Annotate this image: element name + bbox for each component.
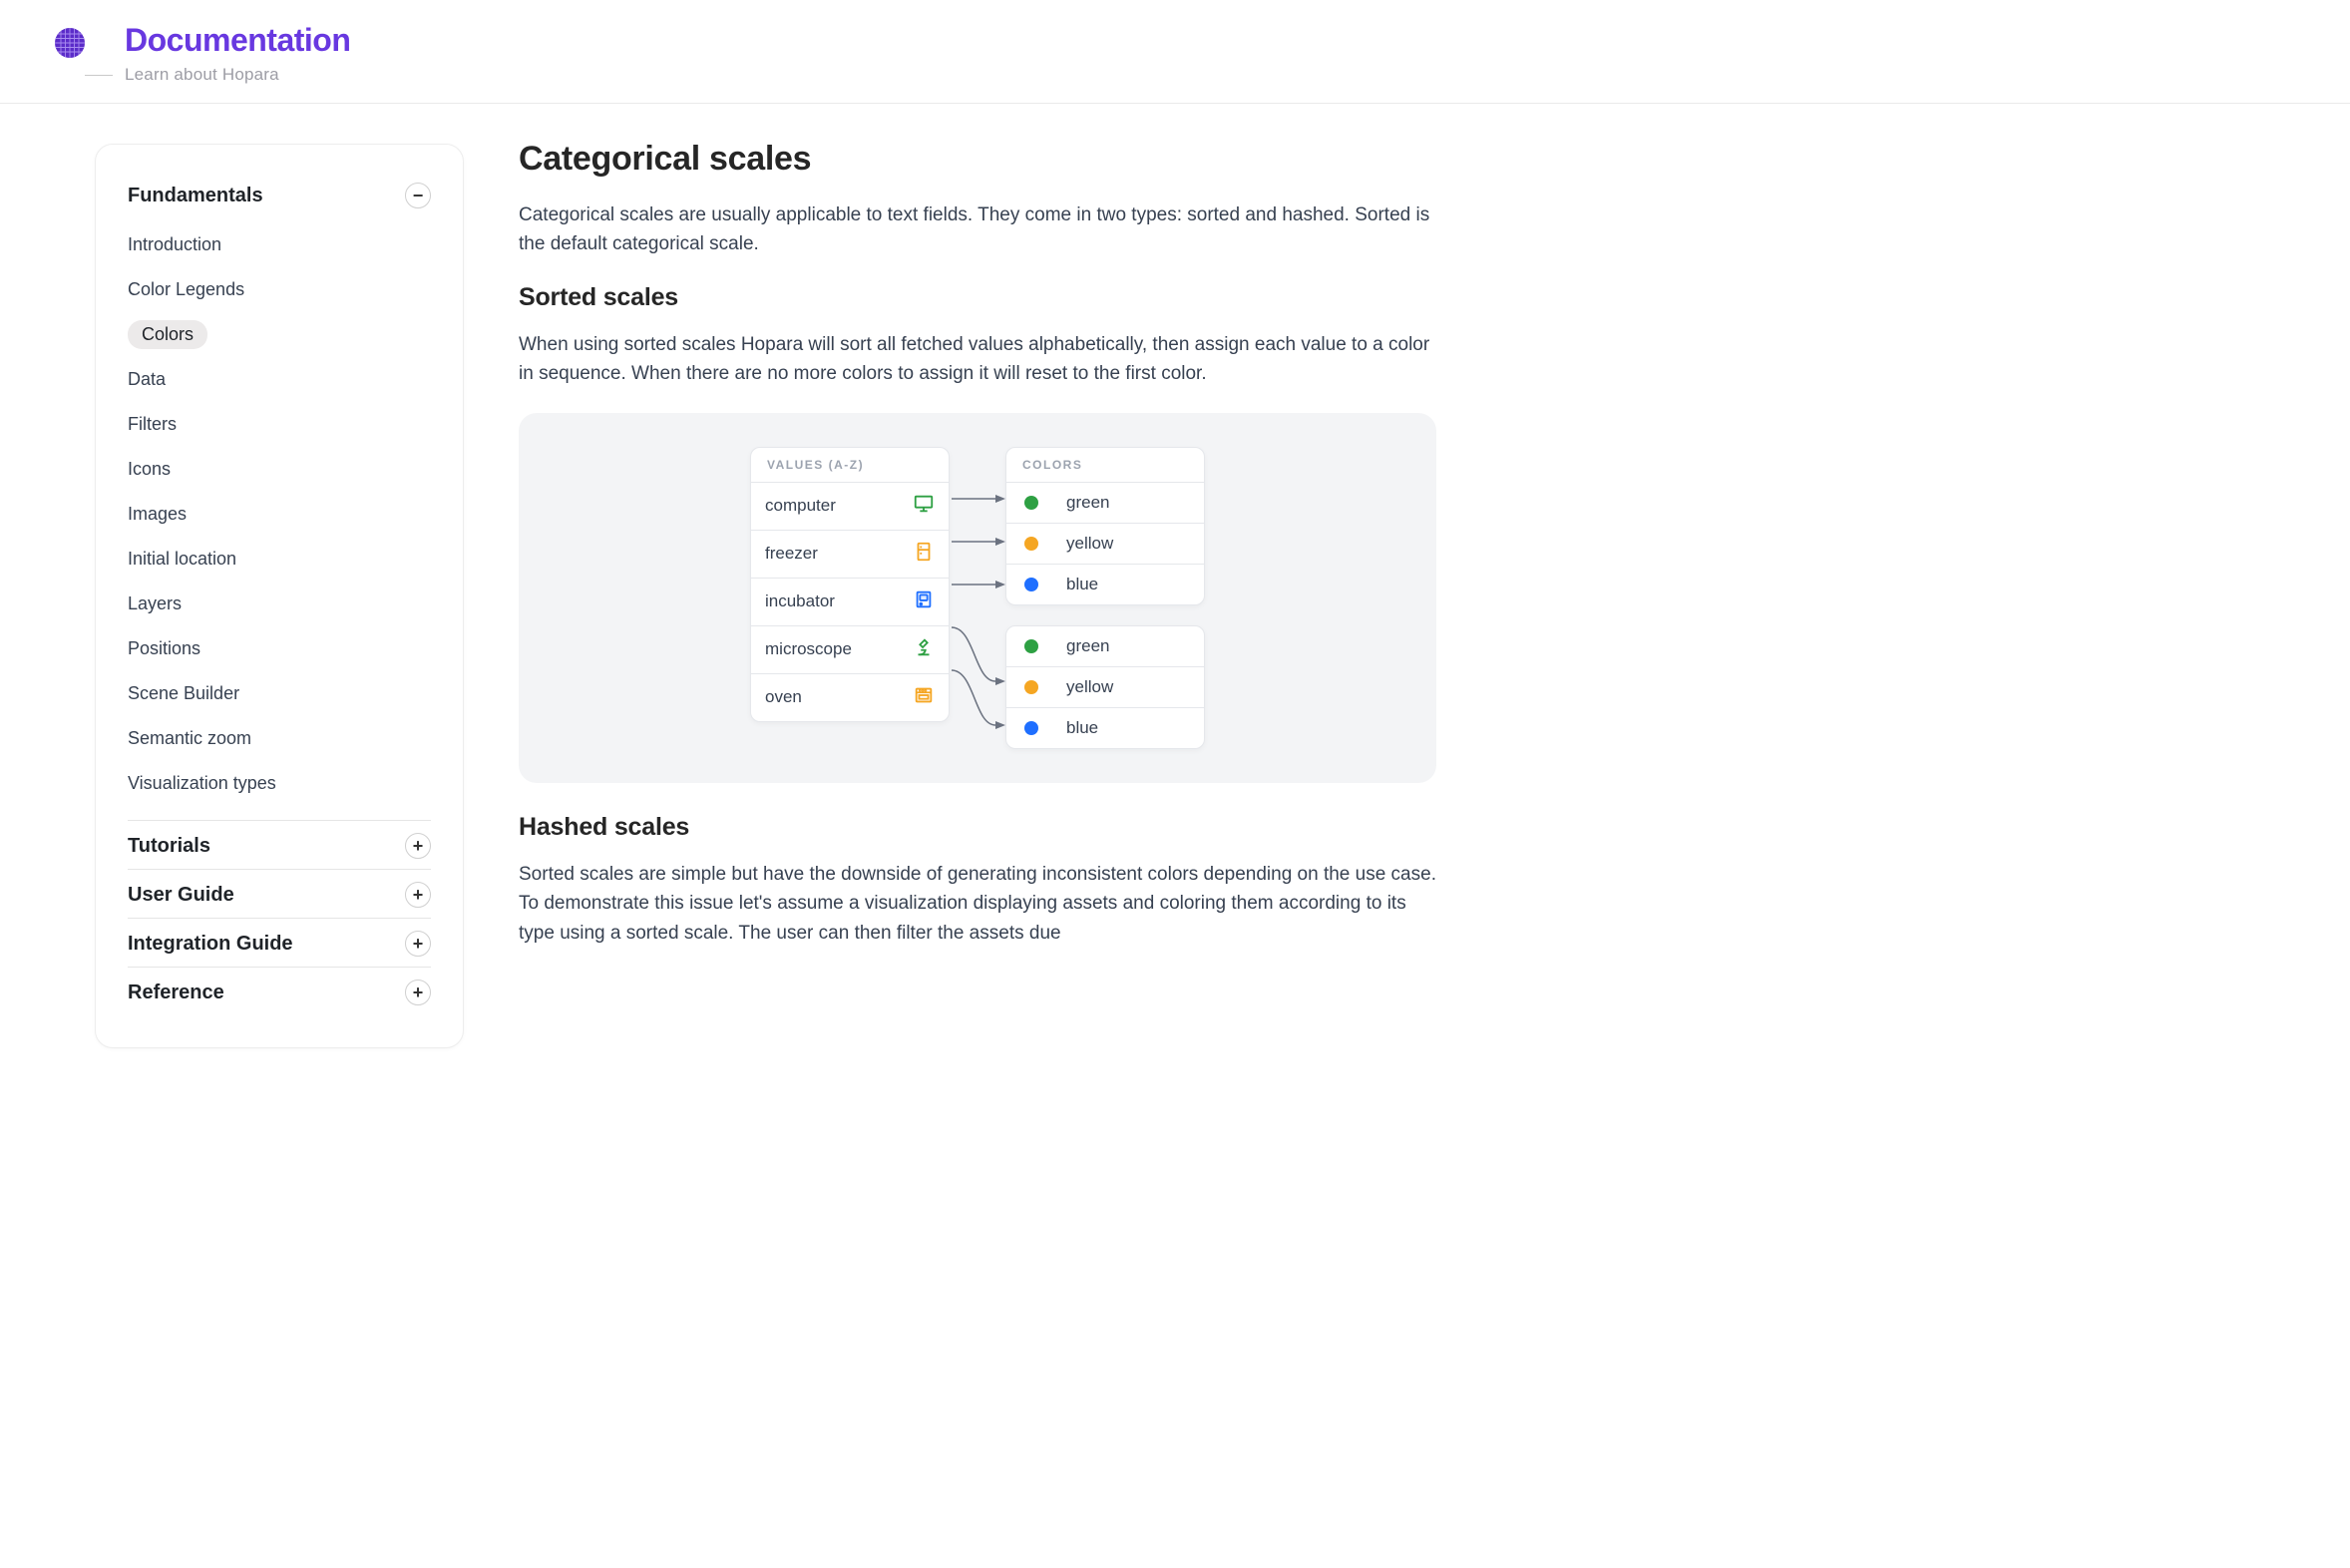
microscope-icon [913, 636, 935, 663]
swatch-green [1024, 639, 1038, 653]
brand-logo [55, 28, 85, 58]
heading-hashed-scales: Hashed scales [519, 813, 1436, 842]
heading-sorted-scales: Sorted scales [519, 283, 1436, 312]
content: Categorical scales Categorical scales ar… [479, 104, 1496, 972]
title-block: Documentation Learn about Hopara [125, 22, 350, 85]
section-title: Reference [128, 981, 224, 1004]
plus-icon[interactable]: + [405, 882, 431, 908]
colors-header: COLORS [1006, 448, 1204, 483]
page-title[interactable]: Documentation [125, 22, 350, 59]
section-title: User Guide [128, 884, 234, 907]
plus-icon[interactable]: + [405, 980, 431, 1005]
nav-item-filters[interactable]: Filters [128, 402, 431, 447]
nav-item-scene-builder[interactable]: Scene Builder [128, 671, 431, 716]
color-row-green: green [1006, 626, 1204, 667]
nav-item-initial-location[interactable]: Initial location [128, 537, 431, 582]
swatch-blue [1024, 578, 1038, 591]
section-title: Fundamentals [128, 185, 263, 207]
nav-item-colors[interactable]: Colors [128, 312, 431, 357]
colors-card-1: COLORS green yellow blue [1005, 447, 1205, 605]
sidebar: Fundamentals − Introduction Color Legend… [95, 144, 464, 1048]
paragraph: When using sorted scales Hopara will sor… [519, 330, 1436, 389]
tagline: Learn about Hopara [125, 65, 279, 85]
swatch-yellow [1024, 680, 1038, 694]
sorted-scales-diagram: VALUES (A-Z) computer freezer incubator [519, 413, 1436, 783]
swatch-yellow [1024, 537, 1038, 551]
swatch-green [1024, 496, 1038, 510]
plus-icon[interactable]: + [405, 931, 431, 957]
section-fundamentals[interactable]: Fundamentals − [128, 171, 431, 218]
nav-item-data[interactable]: Data [128, 357, 431, 402]
topbar: Documentation Learn about Hopara [0, 0, 2350, 104]
freezer-icon [913, 541, 935, 568]
nav-item-visualization-types[interactable]: Visualization types [128, 761, 431, 806]
section-reference[interactable]: Reference + [128, 967, 431, 1015]
incubator-icon [913, 588, 935, 615]
color-row-yellow: yellow [1006, 524, 1204, 565]
section-tutorials[interactable]: Tutorials + [128, 820, 431, 869]
heading-categorical-scales: Categorical scales [519, 140, 1436, 179]
color-row-blue: blue [1006, 565, 1204, 604]
value-row-freezer: freezer [751, 531, 949, 579]
values-card: VALUES (A-Z) computer freezer incubator [750, 447, 950, 722]
nav-item-images[interactable]: Images [128, 492, 431, 537]
nav-item-color-legends[interactable]: Color Legends [128, 267, 431, 312]
paragraph: Categorical scales are usually applicabl… [519, 200, 1436, 259]
minus-icon[interactable]: − [405, 183, 431, 208]
colors-card-2: green yellow blue [1005, 625, 1205, 749]
section-user-guide[interactable]: User Guide + [128, 869, 431, 918]
value-row-incubator: incubator [751, 579, 949, 626]
swatch-blue [1024, 721, 1038, 735]
oven-icon [913, 684, 935, 711]
nav-items-fundamentals: Introduction Color Legends Colors Data F… [128, 218, 431, 820]
section-title: Tutorials [128, 835, 210, 858]
section-title: Integration Guide [128, 933, 293, 956]
nav-item-introduction[interactable]: Introduction [128, 222, 431, 267]
values-header: VALUES (A-Z) [751, 448, 949, 483]
paragraph: Sorted scales are simple but have the do… [519, 860, 1436, 948]
plus-icon[interactable]: + [405, 833, 431, 859]
color-row-blue: blue [1006, 708, 1204, 748]
nav-item-icons[interactable]: Icons [128, 447, 431, 492]
mapping-arrows [950, 477, 1005, 796]
nav-item-positions[interactable]: Positions [128, 626, 431, 671]
value-row-computer: computer [751, 483, 949, 531]
value-row-oven: oven [751, 674, 949, 721]
computer-icon [913, 493, 935, 520]
value-row-microscope: microscope [751, 626, 949, 674]
color-row-green: green [1006, 483, 1204, 524]
section-integration-guide[interactable]: Integration Guide + [128, 918, 431, 967]
color-row-yellow: yellow [1006, 667, 1204, 708]
nav-item-layers[interactable]: Layers [128, 582, 431, 626]
nav-item-semantic-zoom[interactable]: Semantic zoom [128, 716, 431, 761]
